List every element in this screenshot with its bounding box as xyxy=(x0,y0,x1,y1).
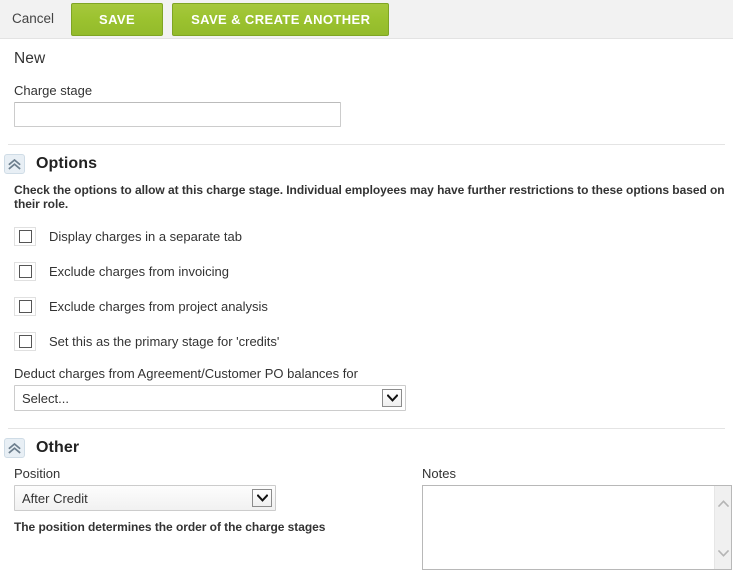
checkbox-label: Set this as the primary stage for 'credi… xyxy=(49,334,280,349)
position-selected-value: After Credit xyxy=(22,490,88,506)
deduct-charges-select[interactable]: Select... xyxy=(14,385,406,411)
checkbox-row-exclude-invoicing[interactable]: Exclude charges from invoicing xyxy=(14,262,733,281)
position-label: Position xyxy=(14,466,61,481)
checkbox-label: Display charges in a separate tab xyxy=(49,229,242,244)
notes-label: Notes xyxy=(422,466,456,481)
position-hint: The position determines the order of the… xyxy=(14,520,326,534)
position-field: Position After Credit The position deter… xyxy=(14,466,414,570)
double-chevron-up-icon xyxy=(8,442,21,454)
checkbox-row-display-separate-tab[interactable]: Display charges in a separate tab xyxy=(14,227,733,246)
page-title: New xyxy=(14,50,46,67)
chevron-down-icon[interactable] xyxy=(382,389,402,407)
other-section-title: Other xyxy=(36,439,80,456)
other-collapse-button[interactable] xyxy=(4,438,25,458)
checkbox-row-primary-stage-credits[interactable]: Set this as the primary stage for 'credi… xyxy=(14,332,733,351)
charge-stage-field: Charge stage xyxy=(14,83,733,127)
cancel-button[interactable]: Cancel xyxy=(12,12,54,26)
checkbox-label: Exclude charges from invoicing xyxy=(49,264,229,279)
checkbox-glyph xyxy=(18,300,32,313)
checkbox-exclude-project-analysis[interactable] xyxy=(14,297,36,316)
checkbox-glyph xyxy=(18,265,32,278)
divider-other xyxy=(8,428,725,429)
deduct-charges-label: Deduct charges from Agreement/Customer P… xyxy=(14,366,358,381)
checkbox-exclude-invoicing[interactable] xyxy=(14,262,36,281)
notes-scrollbar[interactable] xyxy=(714,486,731,569)
chevron-up-icon[interactable] xyxy=(717,495,729,510)
checkbox-display-separate-tab[interactable] xyxy=(14,227,36,246)
other-section-body: Position After Credit The position deter… xyxy=(0,466,733,570)
checkbox-glyph xyxy=(18,230,32,243)
double-chevron-up-icon xyxy=(8,158,21,170)
deduct-charges-field: Deduct charges from Agreement/Customer P… xyxy=(14,366,733,411)
action-toolbar: Cancel SAVE SAVE & CREATE ANOTHER xyxy=(0,0,733,39)
options-description: Check the options to allow at this charg… xyxy=(14,183,725,211)
options-section-title: Options xyxy=(36,155,98,172)
notes-input[interactable] xyxy=(423,486,714,569)
notes-textarea-container xyxy=(422,485,732,570)
checkbox-glyph xyxy=(18,335,32,348)
options-section-header: Options xyxy=(4,154,733,174)
position-select[interactable]: After Credit xyxy=(14,485,276,511)
checkbox-primary-stage-credits[interactable] xyxy=(14,332,36,351)
chevron-down-icon[interactable] xyxy=(717,545,729,560)
save-button[interactable]: SAVE xyxy=(71,2,164,36)
deduct-charges-selected-value: Select... xyxy=(22,390,69,406)
chevron-down-icon[interactable] xyxy=(252,489,272,507)
checkbox-label: Exclude charges from project analysis xyxy=(49,299,268,314)
other-section-header: Other xyxy=(4,438,733,458)
form-page: New Charge stage Options Check the optio… xyxy=(0,50,733,570)
charge-stage-input[interactable] xyxy=(14,102,341,127)
divider-options xyxy=(8,144,725,145)
charge-stage-label: Charge stage xyxy=(14,83,93,98)
notes-field: Notes xyxy=(422,466,732,570)
options-collapse-button[interactable] xyxy=(4,154,25,174)
checkbox-row-exclude-project-analysis[interactable]: Exclude charges from project analysis xyxy=(14,297,733,316)
save-and-create-another-button[interactable]: SAVE & CREATE ANOTHER xyxy=(172,2,390,36)
